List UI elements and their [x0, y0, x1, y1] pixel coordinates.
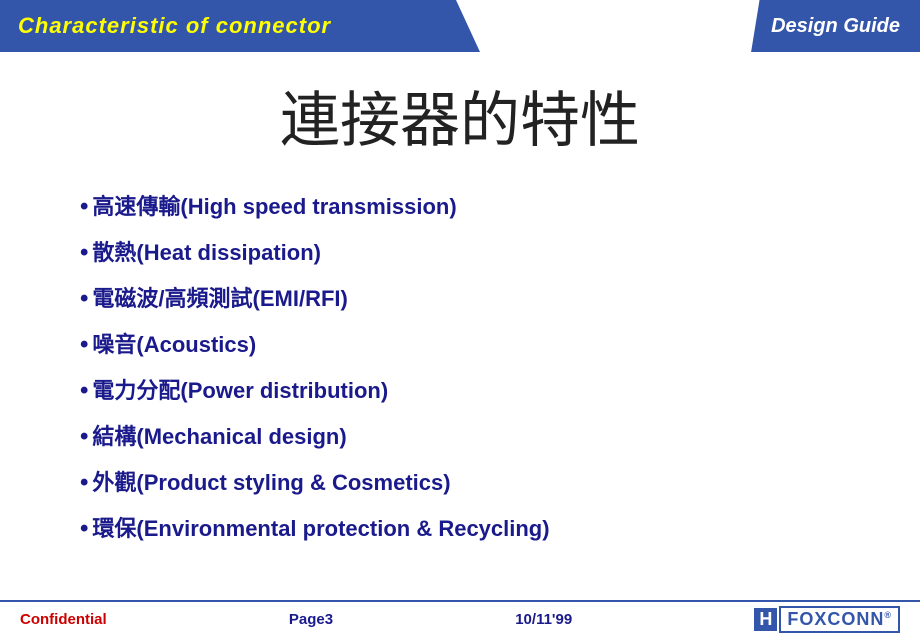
- bullet-item-3: 噪音(Acoustics): [80, 327, 840, 359]
- header-title-bar: Characteristic of connector: [0, 0, 480, 52]
- foxconn-brand-text: FOXCONN®: [779, 606, 900, 633]
- bullet-item-4: 電力分配(Power distribution): [80, 373, 840, 405]
- bullet-item-2: 電磁波/高頻測試(EMI/RFI): [80, 281, 840, 313]
- foxconn-registered: ®: [884, 610, 892, 620]
- footer-page: Page3: [289, 611, 333, 628]
- header-design-guide: Design Guide: [751, 0, 920, 52]
- main-content: 連接器的特性 高速傳輸(High speed transmission) 散熱(H…: [0, 52, 920, 577]
- bullet-item-5: 結構(Mechanical design): [80, 419, 840, 451]
- bullet-item-0: 高速傳輸(High speed transmission): [80, 189, 840, 221]
- page-main-title: 連接器的特性: [80, 72, 840, 159]
- characteristics-list: 高速傳輸(High speed transmission) 散熱(Heat dis…: [80, 189, 840, 543]
- footer-confidential: Confidential: [20, 611, 107, 628]
- design-guide-text: Design Guide: [771, 15, 900, 38]
- header-title-text: Characteristic of connector: [18, 13, 331, 39]
- page-footer: Confidential Page3 10/11'99 H FOXCONN®: [0, 600, 920, 636]
- foxconn-logo: H FOXCONN®: [754, 606, 900, 633]
- bullet-item-7: 環保(Environmental protection & Recycling): [80, 511, 840, 543]
- bullet-item-1: 散熱(Heat dissipation): [80, 235, 840, 267]
- page-header: Characteristic of connector Design Guide: [0, 0, 920, 52]
- bullet-item-6: 外觀(Product styling & Cosmetics): [80, 465, 840, 497]
- foxconn-h-letter: H: [754, 608, 777, 631]
- footer-date: 10/11'99: [515, 611, 572, 628]
